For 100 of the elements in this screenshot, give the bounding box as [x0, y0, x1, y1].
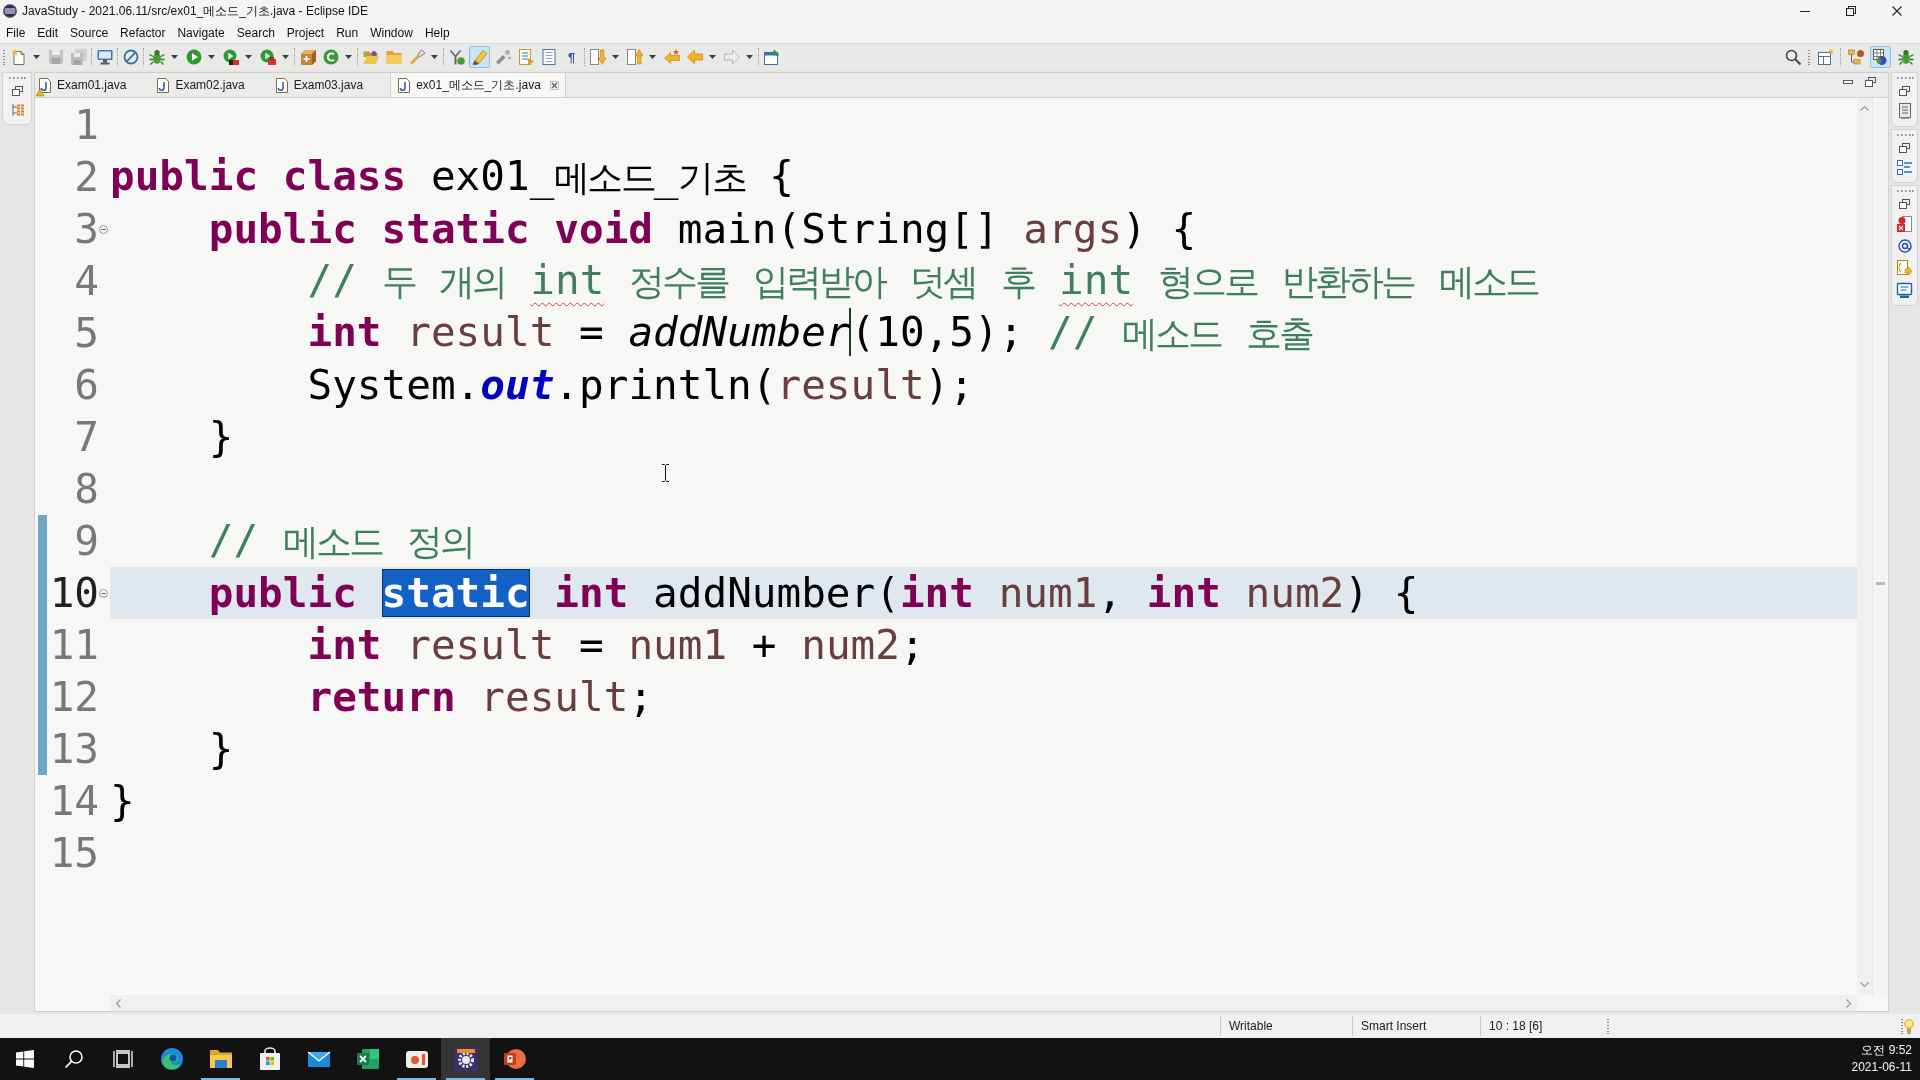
- code-line: int result = num1 + num2;: [307, 620, 925, 671]
- editor-tab[interactable]: ex01_메소드_기초.java: [390, 73, 566, 97]
- gear-icon[interactable]: [453, 1047, 478, 1071]
- menu-item[interactable]: File: [0, 23, 32, 42]
- caret-icon[interactable]: [709, 55, 716, 59]
- play-bar-icon[interactable]: [222, 49, 239, 65]
- status-text: Smart Insert: [1361, 1019, 1427, 1033]
- taskbar-button[interactable]: [441, 1038, 490, 1080]
- presentation-icon[interactable]: [502, 1047, 527, 1071]
- pilcrow-button[interactable]: ¶: [561, 46, 582, 68]
- error-list-icon[interactable]: [1897, 216, 1912, 232]
- window-add-icon[interactable]: [1817, 49, 1834, 65]
- line-number: 10: [49, 568, 99, 619]
- line-number: 15: [49, 828, 99, 879]
- line-number: 13: [49, 724, 99, 775]
- marker-icon[interactable]: [448, 49, 465, 65]
- ring-icon[interactable]: [322, 49, 339, 65]
- ruler-mark-icon: [1876, 582, 1885, 586]
- restore-icon[interactable]: [1865, 77, 1876, 87]
- caret-icon[interactable]: [33, 55, 40, 59]
- caret-icon[interactable]: [649, 55, 656, 59]
- search-icon[interactable]: [1784, 49, 1801, 65]
- document-icon[interactable]: [1898, 103, 1911, 119]
- bug-icon[interactable]: [148, 49, 165, 65]
- brush-icon[interactable]: [494, 49, 511, 65]
- page-arrow-down-icon[interactable]: [589, 49, 606, 65]
- document-icon[interactable]: [275, 77, 288, 93]
- folder-open-icon[interactable]: [362, 49, 379, 65]
- window-title: JavaStudy - 2021.06.11/src/ex01_메소드_기초.java - Eclipse IDE: [22, 2, 368, 20]
- document-icon[interactable]: [39, 77, 51, 93]
- hierarchy-icon[interactable]: [10, 103, 24, 117]
- shopping-bag-icon[interactable]: [257, 1047, 282, 1071]
- caret-icon[interactable]: [208, 55, 215, 59]
- restore-icon[interactable]: [1899, 143, 1910, 153]
- collapse-icon[interactable]: [99, 588, 108, 598]
- close-icon[interactable]: [549, 80, 559, 90]
- line-number: 8: [74, 464, 99, 515]
- restore-icon[interactable]: [1899, 86, 1910, 96]
- menu-item[interactable]: Run: [330, 23, 365, 42]
- menu-item[interactable]: Project: [280, 23, 331, 42]
- menu-item[interactable]: Navigate: [171, 23, 231, 42]
- monitor-icon[interactable]: [96, 49, 113, 65]
- play-icon[interactable]: [185, 49, 202, 65]
- at-sign-icon[interactable]: [1897, 239, 1912, 253]
- folder-icon[interactable]: [208, 1047, 233, 1071]
- document-arrow-icon[interactable]: [1897, 260, 1912, 276]
- arrow-star-icon[interactable]: [663, 49, 680, 65]
- list-icon[interactable]: [1897, 160, 1912, 175]
- menu-item[interactable]: Edit: [31, 23, 65, 42]
- menu-item[interactable]: Help: [418, 23, 456, 42]
- slashed-circle-icon[interactable]: [122, 49, 139, 65]
- text-cursor-icon: [661, 464, 670, 482]
- line-number: 2: [74, 152, 99, 203]
- monitor-icon[interactable]: [1897, 283, 1912, 298]
- code-line: }: [110, 776, 135, 827]
- caret-icon[interactable]: [171, 55, 178, 59]
- line-number: 9: [74, 516, 99, 567]
- tree-ball-icon[interactable]: [1847, 49, 1864, 65]
- menu-item[interactable]: Source: [64, 23, 115, 42]
- close-icon[interactable]: [1892, 6, 1902, 16]
- line-number: 5: [74, 308, 99, 359]
- caret-icon[interactable]: [282, 55, 289, 59]
- menu-item[interactable]: Search: [230, 23, 281, 42]
- editor-tab[interactable]: Exam02.java: [153, 73, 272, 97]
- page-arrow-up-icon[interactable]: [626, 49, 643, 65]
- document-icon[interactable]: [157, 77, 170, 93]
- caret-icon[interactable]: [245, 55, 252, 59]
- browser-icon[interactable]: [159, 1047, 184, 1071]
- code-line: public static void main(String[] args) {: [208, 204, 1197, 255]
- app-logo-icon: [3, 4, 17, 18]
- menu-item[interactable]: Window: [364, 23, 419, 42]
- caret-icon[interactable]: [746, 55, 753, 59]
- lightbulb-icon: [1904, 1018, 1914, 1034]
- code-line: }: [208, 412, 234, 463]
- clock-date: 2021-06-11: [1851, 1060, 1912, 1075]
- minimize-icon[interactable]: [1800, 10, 1810, 12]
- windows-logo-icon[interactable]: [15, 1050, 34, 1068]
- play-toolbox-icon[interactable]: [259, 49, 276, 65]
- bug-icon[interactable]: [1897, 49, 1914, 65]
- menu-item[interactable]: Refactor: [114, 23, 172, 42]
- restore-icon[interactable]: [11, 86, 23, 96]
- notepad-icon[interactable]: [517, 49, 534, 65]
- code-line: }: [208, 724, 234, 775]
- new-file-icon[interactable]: [10, 49, 27, 65]
- collapse-icon[interactable]: [99, 224, 108, 234]
- caret-icon[interactable]: [431, 55, 438, 59]
- caret-icon[interactable]: [612, 55, 619, 59]
- spreadsheet-icon[interactable]: [355, 1047, 380, 1071]
- search-icon[interactable]: [64, 1050, 83, 1068]
- task-view-icon[interactable]: [112, 1050, 133, 1068]
- editor-tab[interactable]: Exam01.java: [35, 73, 154, 97]
- window-pin-icon[interactable]: [763, 49, 780, 65]
- minimize-icon[interactable]: [1843, 80, 1853, 84]
- package-icon[interactable]: [299, 49, 316, 65]
- editor-tab[interactable]: Exam03.java: [271, 73, 391, 97]
- restore-icon[interactable]: [1846, 6, 1856, 16]
- caret-icon[interactable]: [345, 55, 352, 59]
- document-icon[interactable]: [398, 77, 411, 93]
- restore-icon[interactable]: [1899, 199, 1910, 209]
- page-icon[interactable]: [540, 49, 557, 65]
